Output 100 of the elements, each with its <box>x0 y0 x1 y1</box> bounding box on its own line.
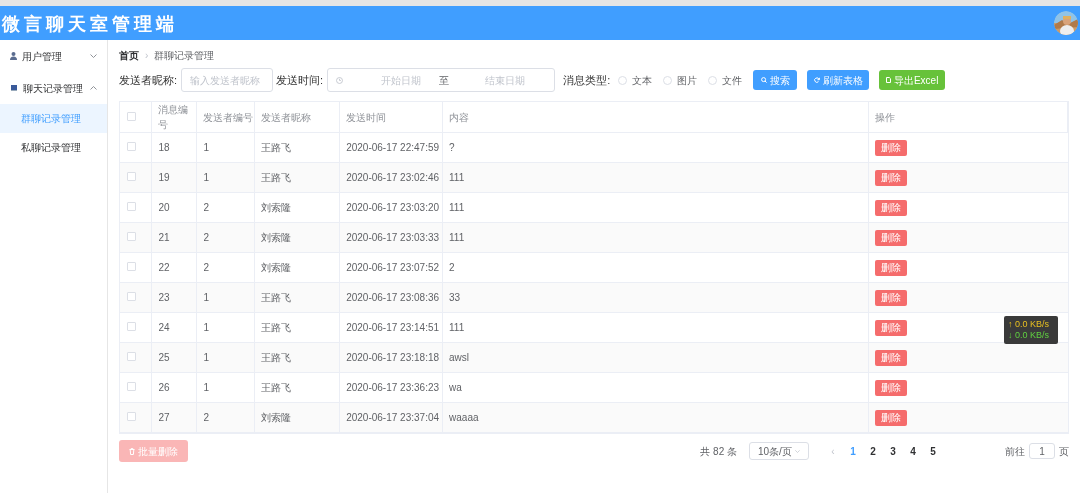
table-cell: 2020-06-17 23:03:20 <box>339 192 443 223</box>
page-number[interactable]: 4 <box>905 443 921 459</box>
total-count: 共 82 条 <box>700 444 737 459</box>
caret-icon <box>90 54 97 58</box>
export-button[interactable]: 导出Excel <box>879 70 946 90</box>
radio-option[interactable]: 图片 <box>663 72 698 88</box>
table-cell: 2020-06-17 23:37:04 <box>339 402 443 433</box>
table-cell: 2020-06-17 23:03:33 <box>339 222 443 253</box>
table-cell: 刘索隆 <box>254 192 340 223</box>
field-label: 发送时间: <box>276 72 324 88</box>
table-cell: 刘索隆 <box>254 402 340 433</box>
table-cell: 2020-06-17 23:14:51 <box>339 312 443 343</box>
delete-button[interactable]: 删除 <box>875 319 908 336</box>
column-header: 消息编号 <box>151 102 197 133</box>
checkbox[interactable] <box>127 412 136 421</box>
book-icon <box>10 84 18 92</box>
table-cell: 2 <box>196 402 255 433</box>
previous-page-button[interactable]: ‹ <box>825 443 841 459</box>
document-icon <box>885 77 891 83</box>
delete-button[interactable]: 删除 <box>875 289 908 306</box>
table-cell: 王路飞 <box>254 372 340 403</box>
table-cell: 2020-06-17 23:36:23 <box>339 372 443 403</box>
clock-icon <box>336 76 344 84</box>
table-cell: 王路飞 <box>254 312 340 343</box>
table-cell: 24 <box>151 312 197 343</box>
table-cell: 王路飞 <box>254 282 340 313</box>
delete-button[interactable]: 删除 <box>875 169 908 186</box>
breadcrumb-item: 群聊记录管理 <box>154 48 215 63</box>
page-number[interactable]: 3 <box>885 443 901 459</box>
table-cell: 2 <box>196 222 255 253</box>
delete-button[interactable]: 删除 <box>875 259 908 276</box>
table-cell: 刘索隆 <box>254 252 340 283</box>
checkbox[interactable] <box>127 172 136 181</box>
table-cell: 27 <box>151 402 197 433</box>
checkbox[interactable] <box>127 232 136 241</box>
caret-icon <box>90 86 97 90</box>
checkbox[interactable] <box>127 111 136 121</box>
refresh-button[interactable]: 刷新表格 <box>807 70 870 90</box>
column-header: 发送时间 <box>339 102 443 133</box>
table-cell: 2020-06-17 23:18:18 <box>339 342 443 373</box>
table-cell: 刘索隆 <box>254 222 340 253</box>
breadcrumb-separator: › <box>145 48 149 63</box>
column-header: 操作 <box>868 102 1068 133</box>
checkbox[interactable] <box>127 382 136 391</box>
page-number[interactable]: 1 <box>845 443 861 459</box>
table-cell: 18 <box>151 132 197 163</box>
table-cell: 2020-06-17 22:47:59 <box>339 132 443 163</box>
delete-button[interactable]: 删除 <box>875 379 908 396</box>
table-cell: ? <box>442 132 869 163</box>
checkbox[interactable] <box>127 352 136 361</box>
checkbox[interactable] <box>127 292 136 301</box>
trash-icon <box>129 447 135 455</box>
table-cell: 111 <box>442 162 869 193</box>
table-cell: 111 <box>442 312 869 343</box>
app-title: 微言聊天室管理端 <box>0 11 178 36</box>
upload-speed: ↑ 0.0 KB/s <box>1008 319 1051 330</box>
range-separator: 至 <box>439 73 450 88</box>
sidebar-group[interactable]: 用户管理 <box>0 40 107 72</box>
checkbox[interactable] <box>127 262 136 271</box>
table-cell: 21 <box>151 222 197 253</box>
page-number[interactable]: 5 <box>925 443 941 459</box>
table-cell: 1 <box>196 312 255 343</box>
table-cell: 2 <box>442 252 869 283</box>
checkbox[interactable] <box>127 142 136 151</box>
delete-button[interactable]: 删除 <box>875 349 908 366</box>
sidebar-group[interactable]: 聊天记录管理 <box>0 72 107 104</box>
table-cell: 20 <box>151 192 197 223</box>
table-cell: 23 <box>151 282 197 313</box>
table-cell: 1 <box>196 372 255 403</box>
delete-button[interactable]: 删除 <box>875 139 908 156</box>
table-cell: 1 <box>196 342 255 373</box>
delete-button[interactable]: 删除 <box>875 229 908 246</box>
table-cell: wa <box>442 372 869 403</box>
table-cell: 26 <box>151 372 197 403</box>
search-button[interactable]: 搜索 <box>753 70 798 90</box>
table-cell: waaaa <box>442 402 869 433</box>
checkbox[interactable] <box>127 322 136 331</box>
page-jump-input[interactable]: 1 <box>1029 443 1055 459</box>
page-size-select[interactable]: 10条/页 <box>749 442 809 460</box>
field-label: 消息类型: <box>563 72 611 88</box>
breadcrumb-item[interactable]: 首页 <box>119 47 139 63</box>
user-icon <box>10 52 17 60</box>
table-cell: 22 <box>151 252 197 283</box>
delete-button[interactable]: 删除 <box>875 409 908 426</box>
radio-option[interactable]: 文本 <box>618 72 653 88</box>
jump-label: 前往 <box>1005 444 1025 459</box>
table-cell: 111 <box>442 192 869 223</box>
table-cell: 111 <box>442 222 869 253</box>
jump-suffix: 页 <box>1059 444 1069 459</box>
sidebar-item[interactable]: 私聊记录管理 <box>0 133 107 162</box>
table-cell: 2020-06-17 23:08:36 <box>339 282 443 313</box>
radio-option[interactable]: 文件 <box>708 72 743 88</box>
column-header: 发送者编号 <box>196 102 255 133</box>
delete-button[interactable]: 删除 <box>875 199 908 216</box>
page-number[interactable]: 2 <box>865 443 881 459</box>
table-cell: awsl <box>442 342 869 373</box>
sidebar-item[interactable]: 群聊记录管理 <box>0 104 107 133</box>
table-cell: 1 <box>196 162 255 193</box>
checkbox[interactable] <box>127 202 136 211</box>
caret-icon <box>795 449 800 453</box>
